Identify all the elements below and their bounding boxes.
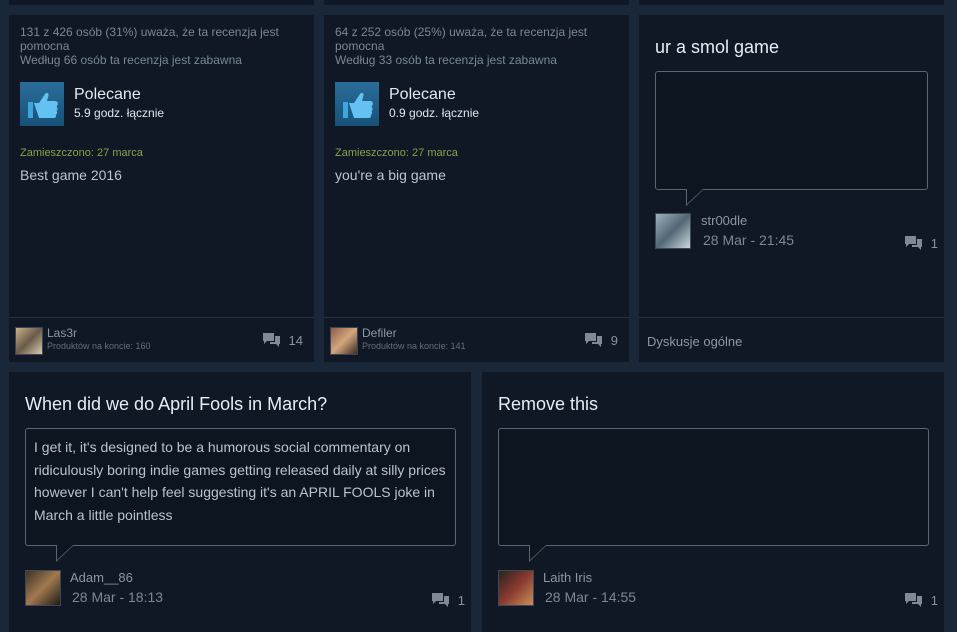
avatar[interactable] <box>498 570 534 606</box>
comment-count[interactable]: 1 <box>431 591 465 610</box>
comment-count[interactable]: 9 <box>584 331 618 350</box>
hours-played: 5.9 godz. łącznie <box>74 106 165 120</box>
discussion-body-bubble <box>655 71 928 206</box>
post-time: 28 Mar - 14:55 <box>545 589 637 605</box>
discussion-body: I get it, it's designed to be a humorous… <box>34 439 446 523</box>
helpful-count: 131 z 426 osób (31%) uważa, że ta recenz… <box>20 25 279 53</box>
avatar[interactable] <box>655 213 691 249</box>
helpful-summary: 131 z 426 osób (31%) uważa, że ta recenz… <box>20 25 305 67</box>
review-text: you're a big game <box>335 167 446 183</box>
posted-date: Zamieszczono: 27 marca <box>335 147 458 159</box>
discussion-card[interactable]: When did we do April Fools in March? I g… <box>9 372 471 632</box>
author-name[interactable]: str00dle <box>701 213 747 228</box>
comment-count-value: 9 <box>610 333 618 348</box>
avatar[interactable] <box>25 570 61 606</box>
helpful-count: 64 z 252 osób (25%) uważa, że ta recenzj… <box>335 25 588 53</box>
thumbs-up-icon <box>20 82 64 126</box>
post-time: 28 Mar - 21:45 <box>703 232 795 248</box>
comment-count[interactable]: 14 <box>262 331 303 350</box>
comment-bubbles-icon <box>904 234 923 253</box>
review-card[interactable]: 131 z 426 osób (31%) uważa, że ta recenz… <box>9 15 314 362</box>
author-name[interactable]: Defiler <box>362 326 397 340</box>
comment-count-value: 1 <box>930 236 938 251</box>
discussion-title[interactable]: When did we do April Fools in March? <box>25 394 327 415</box>
author-products: Produktów na koncie: 160 <box>47 341 151 351</box>
discussion-card[interactable]: ur a smol game str00dle 28 Mar - 21:45 1… <box>639 15 944 362</box>
forum-name[interactable]: Dyskusje ogólne <box>647 334 742 349</box>
comment-count[interactable]: 1 <box>904 234 938 253</box>
funny-count: Według 66 osób ta recenzja jest zabawna <box>20 53 242 67</box>
discussion-footer: Dyskusje ogólne <box>639 317 944 362</box>
comment-bubbles-icon <box>584 331 603 350</box>
discussion-title[interactable]: ur a smol game <box>655 37 779 58</box>
comment-count-value: 14 <box>288 333 303 348</box>
review-card-top-partial-2 <box>324 0 629 5</box>
review-card-top-partial-3 <box>639 0 944 5</box>
discussion-body-bubble <box>498 428 929 562</box>
recommendation-label: Polecane <box>74 86 141 103</box>
avatar[interactable] <box>330 327 358 355</box>
review-footer: Defiler Produktów na koncie: 141 9 <box>324 317 629 362</box>
author-name[interactable]: Adam__86 <box>70 570 133 585</box>
review-footer: Las3r Produktów na koncie: 160 14 <box>9 317 314 362</box>
hours-played: 0.9 godz. łącznie <box>389 106 480 120</box>
author-name[interactable]: Laith Iris <box>543 570 592 585</box>
funny-count: Według 33 osób ta recenzja jest zabawna <box>335 53 557 67</box>
avatar[interactable] <box>15 327 43 355</box>
comment-count-value: 1 <box>930 593 938 608</box>
thumbs-up-icon <box>335 82 379 126</box>
discussion-body-bubble: I get it, it's designed to be a humorous… <box>25 428 456 562</box>
review-text: Best game 2016 <box>20 167 122 183</box>
discussion-card[interactable]: Remove this Laith Iris 28 Mar - 14:55 1 <box>482 372 944 632</box>
post-time: 28 Mar - 18:13 <box>72 589 164 605</box>
comment-bubbles-icon <box>904 591 923 610</box>
author-name[interactable]: Las3r <box>47 326 77 340</box>
helpful-summary: 64 z 252 osób (25%) uważa, że ta recenzj… <box>335 25 620 67</box>
comment-bubbles-icon <box>431 591 450 610</box>
recommendation-label: Polecane <box>389 86 456 103</box>
review-card[interactable]: 64 z 252 osób (25%) uważa, że ta recenzj… <box>324 15 629 362</box>
discussion-title[interactable]: Remove this <box>498 394 598 415</box>
author-products: Produktów na koncie: 141 <box>362 341 466 351</box>
posted-date: Zamieszczono: 27 marca <box>20 147 143 159</box>
review-card-top-partial-1 <box>9 0 314 5</box>
comment-count[interactable]: 1 <box>904 591 938 610</box>
comment-count-value: 1 <box>457 593 465 608</box>
comment-bubbles-icon <box>262 331 281 350</box>
